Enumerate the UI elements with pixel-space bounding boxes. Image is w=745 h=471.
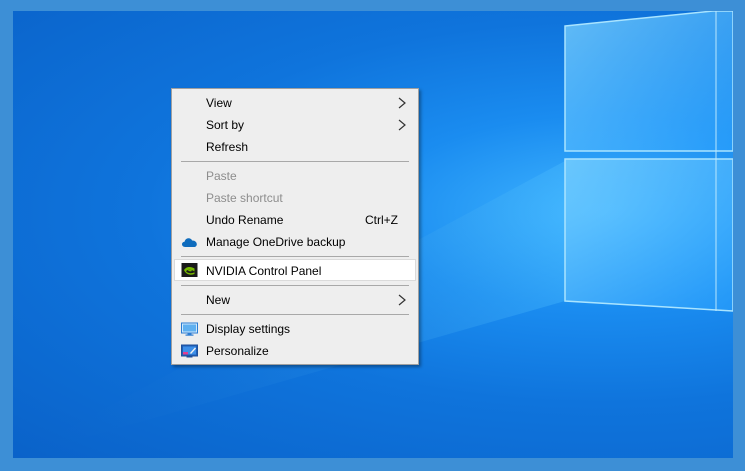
onedrive-cloud-icon xyxy=(182,238,197,247)
menu-separator xyxy=(181,285,409,286)
menu-item-display-settings[interactable]: Display settings xyxy=(174,318,416,340)
desktop-background[interactable]: View Sort by Refresh Paste Paste shortcu… xyxy=(13,11,733,458)
menu-item-label: Paste shortcut xyxy=(206,191,283,205)
menu-item-paste[interactable]: Paste xyxy=(174,165,416,187)
menu-item-label: Sort by xyxy=(206,118,245,132)
menu-item-label: Paste xyxy=(206,169,237,183)
chevron-right-icon xyxy=(398,119,406,131)
menu-item-personalize[interactable]: Personalize xyxy=(174,340,416,362)
menu-item-label: Manage OneDrive backup xyxy=(206,235,346,249)
menu-separator xyxy=(181,161,409,162)
menu-item-undo-rename[interactable]: Undo Rename Ctrl+Z xyxy=(174,209,416,231)
menu-item-label: Personalize xyxy=(206,344,269,358)
menu-item-label: View xyxy=(206,96,232,110)
menu-item-new[interactable]: New xyxy=(174,289,416,311)
menu-item-view[interactable]: View xyxy=(174,92,416,114)
menu-item-nvidia-control-panel[interactable]: NVIDIA Control Panel xyxy=(174,259,416,281)
nvidia-icon xyxy=(181,263,198,277)
menu-item-refresh[interactable]: Refresh xyxy=(174,136,416,158)
menu-item-sort-by[interactable]: Sort by xyxy=(174,114,416,136)
context-menu: View Sort by Refresh Paste Paste shortcu… xyxy=(171,88,419,365)
menu-item-label: Undo Rename xyxy=(206,213,284,227)
chevron-right-icon xyxy=(398,97,406,109)
chevron-right-icon xyxy=(398,294,406,306)
display-monitor-icon xyxy=(181,322,198,336)
menu-item-label: Display settings xyxy=(206,322,291,336)
menu-item-label: NVIDIA Control Panel xyxy=(206,264,322,278)
personalize-icon xyxy=(181,344,198,358)
menu-item-label: New xyxy=(206,293,231,307)
menu-item-shortcut: Ctrl+Z xyxy=(365,213,398,227)
menu-item-label: Refresh xyxy=(206,140,249,154)
menu-item-paste-shortcut[interactable]: Paste shortcut xyxy=(174,187,416,209)
menu-separator xyxy=(181,256,409,257)
menu-item-manage-onedrive-backup[interactable]: Manage OneDrive backup xyxy=(174,231,416,253)
menu-separator xyxy=(181,314,409,315)
